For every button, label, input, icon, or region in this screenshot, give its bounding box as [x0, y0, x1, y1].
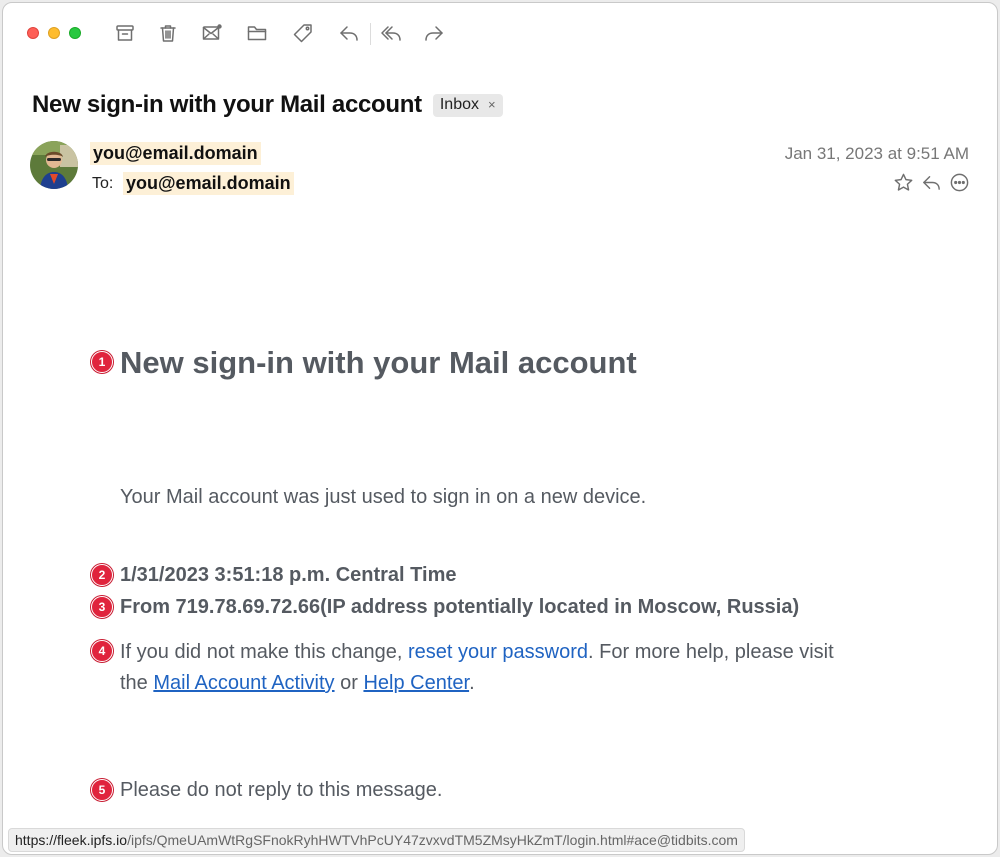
close-icon[interactable]: × [488, 97, 496, 112]
forward-icon[interactable] [421, 21, 447, 45]
minimize-window-button[interactable] [48, 27, 60, 39]
annotation-marker: 4 [91, 640, 113, 662]
body-heading: New sign-in with your Mail account [120, 345, 637, 380]
help-mid: . For more help, please visit [588, 641, 834, 663]
status-url-domain: https://fleek.ipfs.io [15, 832, 128, 848]
help-prefix: If you did not make this change, [120, 641, 408, 663]
to-label: To: [92, 175, 114, 192]
help-the: the [120, 672, 154, 694]
noreply-text: Please do not reply to this message. [120, 779, 443, 801]
more-icon[interactable] [947, 170, 971, 194]
mailbox-tag-label: Inbox [439, 95, 479, 113]
zoom-window-button[interactable] [69, 27, 81, 39]
message-actions [891, 170, 971, 194]
help-paragraph: If you did not make this change, reset y… [120, 637, 834, 699]
message-subject: New sign-in with your Mail account [32, 91, 422, 118]
avatar[interactable] [30, 141, 78, 189]
reply-all-icon[interactable] [378, 21, 404, 45]
archive-icon[interactable] [112, 21, 138, 45]
annotation-marker: 5 [91, 779, 113, 801]
envelope-icon[interactable] [199, 21, 225, 45]
body-intro: Your Mail account was just used to sign … [120, 486, 647, 508]
message-date: Jan 31, 2023 at 9:51 AM [784, 144, 969, 163]
toolbar-divider [370, 23, 371, 45]
signin-location: From 719.78.69.72.66(IP address potentia… [120, 596, 800, 618]
mail-window: New sign-in with your Mail account Inbox… [2, 2, 998, 855]
folder-icon[interactable] [244, 21, 270, 45]
annotation-marker: 2 [91, 564, 113, 586]
mailbox-tag-inbox[interactable]: Inbox × [432, 93, 503, 117]
account-activity-link[interactable]: Mail Account Activity [153, 672, 334, 694]
toolbar [3, 3, 997, 65]
annotation-marker: 3 [91, 596, 113, 618]
annotation-marker: 1 [91, 351, 113, 373]
signin-datetime: 1/31/2023 3:51:18 p.m. Central Time [120, 564, 457, 586]
sender-address[interactable]: you@email.domain [90, 142, 261, 165]
star-icon[interactable] [891, 170, 915, 194]
help-end: . [469, 672, 475, 694]
recipient-address[interactable]: you@email.domain [123, 172, 294, 195]
link-status-bar: https://fleek.ipfs.io/ipfs/QmeUAmWtRgSFn… [8, 828, 745, 852]
reset-password-link[interactable]: reset your password [408, 641, 588, 663]
trash-icon[interactable] [155, 21, 181, 45]
close-window-button[interactable] [27, 27, 39, 39]
help-or: or [334, 672, 364, 694]
subject-row: New sign-in with your Mail account Inbox… [32, 91, 503, 119]
tag-icon[interactable] [290, 21, 316, 45]
reply-icon[interactable] [336, 21, 362, 45]
status-url-path: /ipfs/QmeUAmWtRgSFnokRyhHWTVhPcUY47zvxvd… [127, 832, 738, 848]
help-center-link[interactable]: Help Center [363, 672, 469, 694]
reply-icon[interactable] [919, 170, 943, 194]
